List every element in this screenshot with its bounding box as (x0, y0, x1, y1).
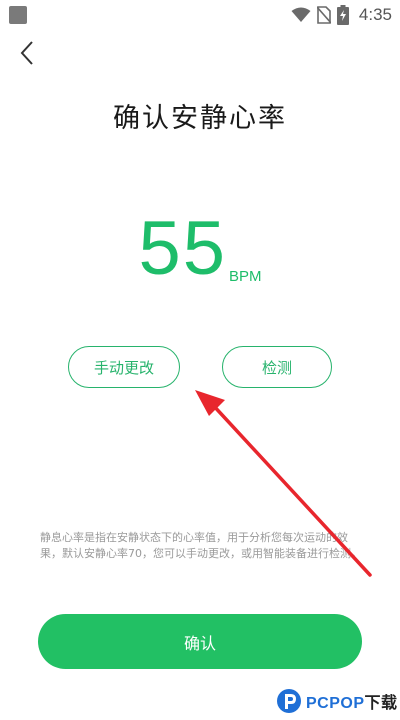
heart-rate-display: 55 BPM (0, 206, 400, 291)
screen: 4:35 确认安静心率 55 BPM 手动更改 检测 静息心率是指在安静状态下的… (0, 0, 400, 720)
pcpop-logo-icon (277, 689, 301, 713)
back-button[interactable] (10, 36, 44, 70)
app-notification-icon (9, 6, 27, 24)
manual-change-button[interactable]: 手动更改 (68, 346, 180, 388)
watermark-suffix: 下载 (364, 695, 398, 712)
description-text: 静息心率是指在安静状态下的心率值，用于分析您每次运动的效果，默认安静心率70，您… (40, 531, 362, 560)
chevron-left-icon (20, 41, 33, 65)
status-time: 4:35 (358, 5, 392, 24)
watermark: PCPOP下载 (276, 686, 398, 716)
status-icons: 4:35 (291, 4, 392, 26)
no-sim-icon (316, 6, 331, 24)
confirm-button[interactable]: 确认 (38, 614, 362, 669)
page-title: 确认安静心率 (113, 103, 287, 134)
status-bar: 4:35 (0, 0, 400, 30)
watermark-brand: PCPOP (306, 695, 365, 712)
wifi-icon (291, 7, 311, 22)
watermark-text: PCPOP下载 (306, 689, 398, 713)
battery-charging-icon (336, 5, 349, 25)
heart-rate-value: 55 (138, 206, 228, 291)
detect-button[interactable]: 检测 (222, 346, 332, 388)
heart-rate-unit: BPM (229, 268, 262, 285)
